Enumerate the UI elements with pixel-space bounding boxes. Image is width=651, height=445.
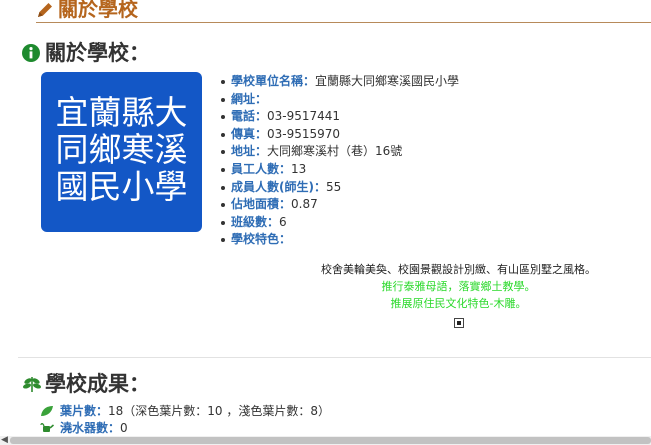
leaf-icon <box>22 377 42 393</box>
section-divider <box>18 357 651 358</box>
logo-line-1: 宜蘭縣大 <box>56 93 188 132</box>
page-header: 關於學校 <box>36 0 651 23</box>
watering-can-icon <box>40 423 54 432</box>
feature-line-1: 校舍美輪美奐、校園景觀設計別緻、有山區別墅之風格。 <box>321 263 596 276</box>
info-item-name: 學校單位名稱：宜蘭縣大同鄉寒溪國民小學 <box>220 73 459 91</box>
scroll-left-arrow-icon[interactable]: ◀ <box>1 436 8 445</box>
info-item-classes: 班級數：6 <box>220 214 459 232</box>
logo-line-3: 國民小學 <box>56 167 188 206</box>
scrollbar-thumb[interactable] <box>10 437 651 444</box>
info-item-website: 網址： <box>220 91 459 109</box>
page-title: 關於學校 <box>58 0 138 21</box>
info-item-staff: 員工人數：13 <box>220 161 459 179</box>
achievements-section-title: 學校成果： <box>45 372 150 396</box>
achievement-watering-cans: 澆水器數：0 <box>60 421 128 435</box>
info-item-members: 成員人數(師生)：55 <box>220 179 459 197</box>
logo-line-2: 同鄉寒溪 <box>56 130 188 169</box>
horizontal-scrollbar[interactable]: ◀ <box>0 436 651 445</box>
feature-line-3: 推展原住民文化特色-木雕。 <box>390 297 527 310</box>
info-item-fax: 傳真：03-9515970 <box>220 126 459 144</box>
broken-image-icon <box>454 318 464 328</box>
info-item-features: 學校特色： <box>220 231 459 249</box>
pencil-icon <box>38 3 52 17</box>
achievement-leaves: 葉片數：18（深色葉片數：10 ，淺色葉片數：8） <box>60 404 331 418</box>
about-section-title: 關於學校： <box>45 41 150 65</box>
info-icon <box>22 44 40 62</box>
school-logo: 宜蘭縣大 同鄉寒溪 國民小學 <box>41 72 202 232</box>
info-item-area: 佔地面積：0.87 <box>220 196 459 214</box>
info-item-address: 地址：大同鄉寒溪村（巷）16號 <box>220 143 459 161</box>
info-item-phone: 電話：03-9517441 <box>220 108 459 126</box>
feature-line-2: 推行泰雅母語，落實鄉土教學。 <box>381 280 536 293</box>
school-info-list: 學校單位名稱：宜蘭縣大同鄉寒溪國民小學 網址： 電話：03-9517441 傳真… <box>220 73 459 249</box>
leaf-icon <box>41 406 53 416</box>
